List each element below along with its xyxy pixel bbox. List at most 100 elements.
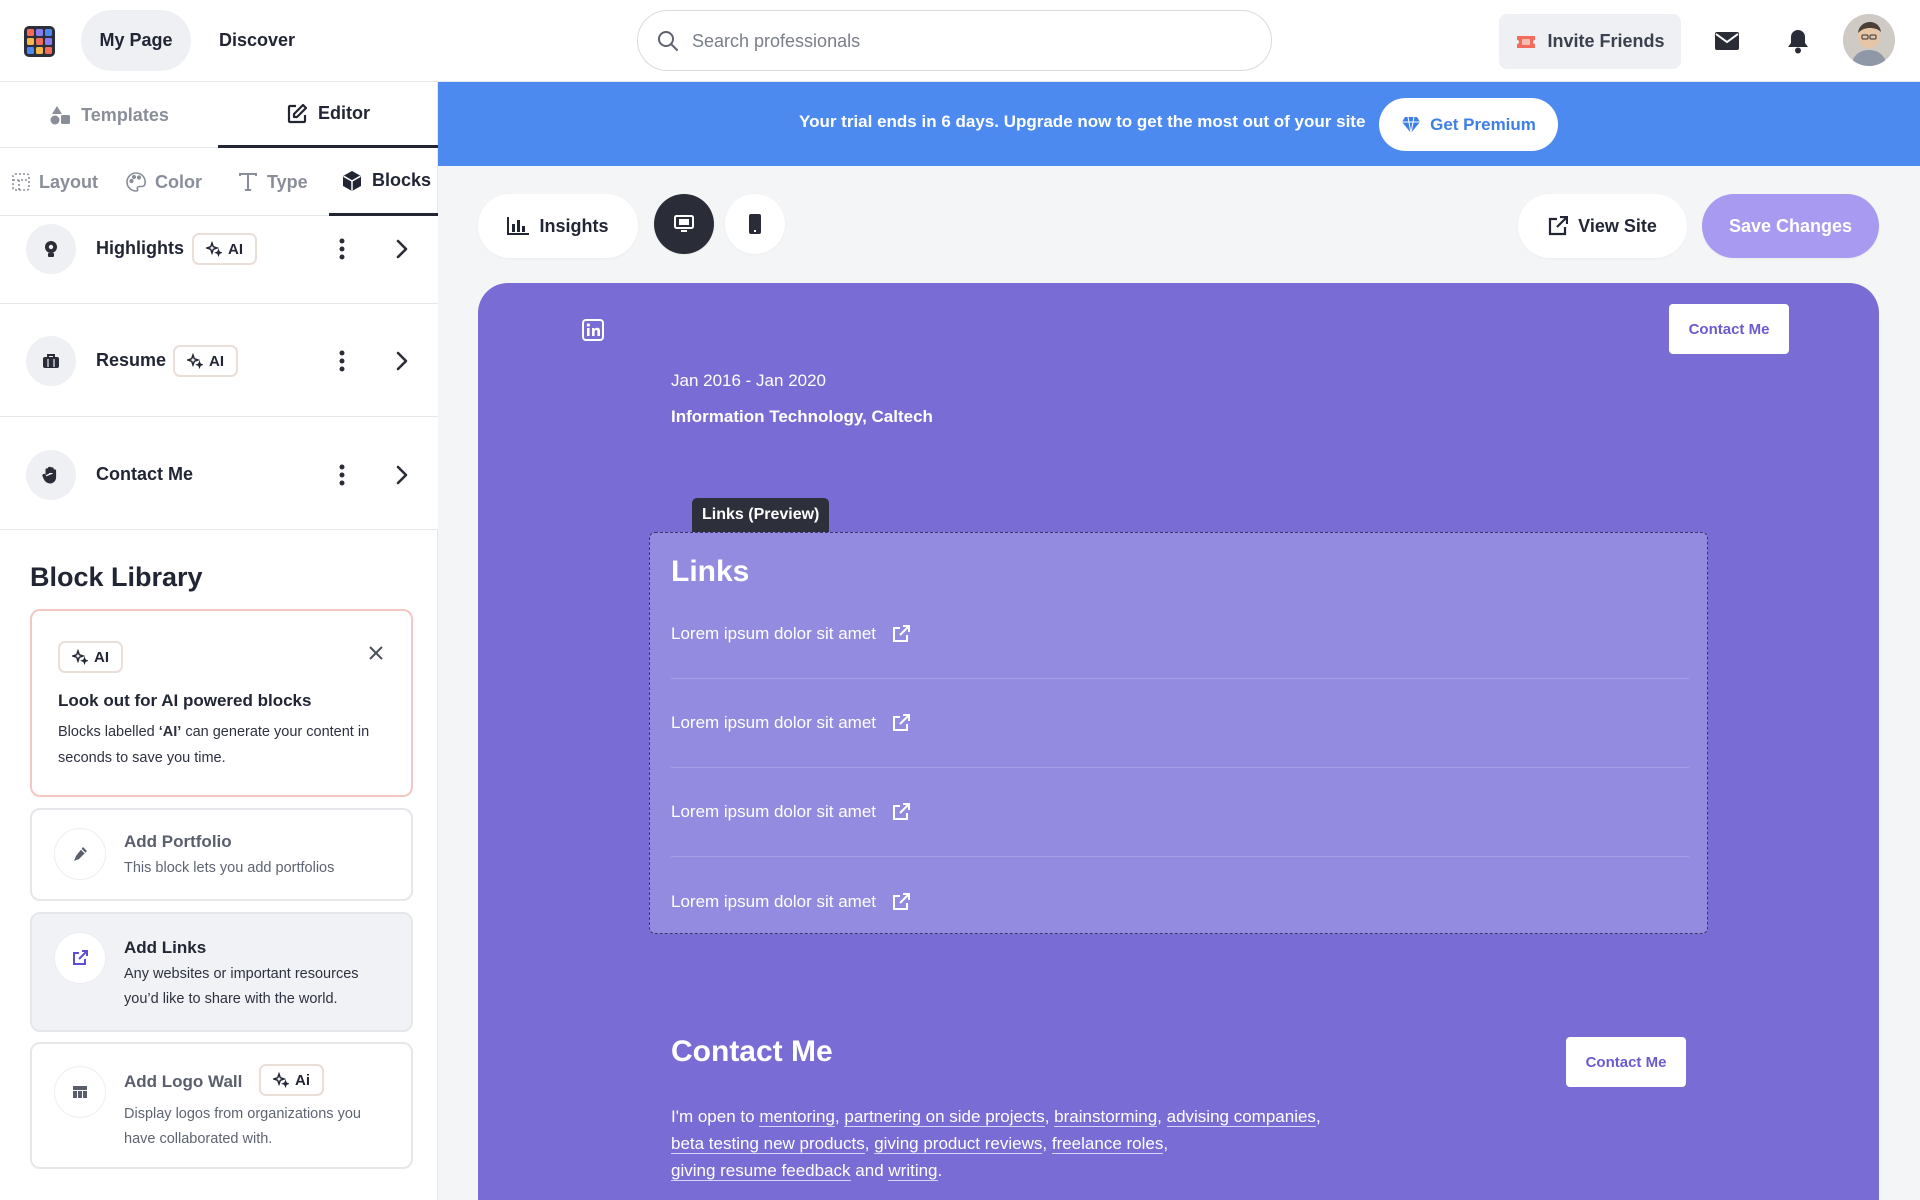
editor-subtabs: Layout Color Type Blocks xyxy=(0,148,444,216)
desktop-icon xyxy=(674,215,694,233)
subtab-layout[interactable]: Layout xyxy=(12,148,98,216)
link-item[interactable]: Lorem ipsum dolor sit amet xyxy=(671,857,1689,946)
block-library-title: Block Library xyxy=(30,562,203,592)
education-school: Information Technology, Caltech xyxy=(671,407,933,426)
sparkle-icon xyxy=(206,241,222,257)
diamond-icon xyxy=(1401,116,1421,134)
chevron-right-icon[interactable] xyxy=(390,460,414,490)
type-icon xyxy=(238,172,258,192)
link-item[interactable]: Lorem ipsum dolor sit amet xyxy=(671,768,1689,857)
ai-badge: AI xyxy=(192,233,257,265)
more-options-icon[interactable] xyxy=(330,460,354,490)
contact-description: I'm open to mentoring, partnering on sid… xyxy=(671,1107,1321,1181)
external-link-icon xyxy=(54,932,106,984)
contact-intro: I'm open to xyxy=(671,1107,755,1126)
link-item[interactable]: Lorem ipsum dolor sit amet xyxy=(671,679,1689,768)
block-row-contact-me[interactable]: Contact Me xyxy=(0,417,438,530)
contact-me-button[interactable]: Contact Me xyxy=(1566,1037,1686,1087)
card-title: Add Portfolio xyxy=(124,832,232,851)
contact-me-button[interactable]: Contact Me xyxy=(1669,304,1789,354)
block-name: Highlights xyxy=(96,238,184,258)
nav-discover[interactable]: Discover xyxy=(205,10,309,71)
block-row-highlights[interactable]: Highlights AI xyxy=(0,216,438,304)
mobile-icon xyxy=(749,214,761,234)
mobile-preview-button[interactable] xyxy=(725,194,785,254)
links-block-preview[interactable]: Links Lorem ipsum dolor sit amet Lorem i… xyxy=(649,532,1708,934)
bell-icon[interactable] xyxy=(1783,26,1813,56)
more-options-icon[interactable] xyxy=(330,346,354,376)
ai-badge-label: Ai xyxy=(295,1071,310,1089)
linkedin-icon[interactable] xyxy=(582,319,604,341)
subtab-layout-label: Layout xyxy=(39,171,99,192)
ai-info-card: AI Look out for AI powered blocks Blocks… xyxy=(30,609,413,797)
ai-badge-label: AI xyxy=(209,352,224,370)
ai-card-desc-pre: Blocks labelled xyxy=(58,724,159,740)
link-item[interactable]: Lorem ipsum dolor sit amet xyxy=(671,590,1689,679)
cube-icon xyxy=(341,170,363,192)
contact-topic: giving product reviews xyxy=(874,1134,1043,1154)
chevron-right-icon[interactable] xyxy=(390,234,414,264)
contact-section-title: Contact Me xyxy=(671,1035,833,1068)
subtab-color[interactable]: Color xyxy=(126,148,202,216)
insights-label: Insights xyxy=(539,215,609,236)
trial-banner-text: Your trial ends in 6 days. Upgrade now t… xyxy=(799,112,1366,131)
card-description: Display logos from organizations you hav… xyxy=(124,1106,361,1147)
sparkle-icon xyxy=(273,1072,289,1088)
search-icon xyxy=(656,29,680,53)
editor-sidebar: Templates Editor Layout Color Type Block… xyxy=(0,82,444,1200)
ticket-icon xyxy=(1515,34,1537,50)
view-site-button[interactable]: View Site xyxy=(1518,194,1687,258)
save-changes-button[interactable]: Save Changes xyxy=(1702,194,1879,258)
bulb-icon xyxy=(26,224,76,274)
add-links-card[interactable]: Add Links Any websites or important reso… xyxy=(30,912,413,1032)
contact-topic: partnering on side projects xyxy=(844,1107,1045,1127)
contact-topic: mentoring xyxy=(759,1107,835,1127)
avatar[interactable] xyxy=(1843,14,1895,66)
top-bar: My Page Discover Invite Friends xyxy=(0,0,1920,82)
subtab-blocks[interactable]: Blocks xyxy=(329,148,444,216)
link-label: Lorem ipsum dolor sit amet xyxy=(671,891,877,911)
external-link-icon xyxy=(892,714,911,732)
insights-button[interactable]: Insights xyxy=(478,194,638,258)
contact-topic: brainstorming xyxy=(1054,1107,1158,1127)
add-portfolio-card[interactable]: Add Portfolio This block lets you add po… xyxy=(30,808,413,901)
more-options-icon[interactable] xyxy=(330,234,354,264)
get-premium-button[interactable]: Get Premium xyxy=(1379,98,1558,151)
chevron-right-icon[interactable] xyxy=(390,346,414,376)
grid-logo-icon[interactable] xyxy=(24,26,55,57)
palette-icon xyxy=(126,172,146,192)
briefcase-icon xyxy=(26,336,76,386)
close-icon[interactable] xyxy=(364,641,388,665)
get-premium-label: Get Premium xyxy=(1430,114,1536,134)
desktop-preview-button[interactable] xyxy=(654,194,714,254)
pen-icon xyxy=(54,828,106,880)
sparkle-icon xyxy=(72,649,88,665)
card-title: Add Links xyxy=(124,938,207,957)
trial-banner: Your trial ends in 6 days. Upgrade now t… xyxy=(438,82,1920,166)
block-row-resume[interactable]: Resume AI xyxy=(0,304,438,417)
site-preview-canvas: Contact Me Jan 2016 - Jan 2020 Informati… xyxy=(478,283,1879,1200)
add-logo-wall-card[interactable]: Add Logo Wall Ai Display logos from orga… xyxy=(30,1042,413,1169)
contact-topic: giving resume feedback xyxy=(671,1161,851,1181)
block-name: Resume xyxy=(96,350,167,370)
view-site-label: View Site xyxy=(1578,215,1657,236)
tab-editor[interactable]: Editor xyxy=(218,82,438,148)
tab-editor-label: Editor xyxy=(318,103,370,123)
contact-topic: freelance roles xyxy=(1051,1134,1164,1154)
nav-my-page[interactable]: My Page xyxy=(81,10,191,71)
ai-card-description: Blocks labelled ‘AI’ can generate your c… xyxy=(58,719,398,771)
external-link-icon xyxy=(892,625,911,643)
invite-friends-button[interactable]: Invite Friends xyxy=(1499,14,1681,69)
hand-icon xyxy=(26,450,76,500)
subtab-blocks-label: Blocks xyxy=(372,170,432,190)
search-bar[interactable] xyxy=(637,10,1272,71)
mail-icon[interactable] xyxy=(1712,26,1742,56)
external-link-icon xyxy=(1548,216,1569,236)
ai-card-desc-emphasis: ‘AI’ xyxy=(158,724,182,740)
tab-templates[interactable]: Templates xyxy=(0,82,218,148)
search-input[interactable] xyxy=(692,23,1252,59)
bar-chart-icon xyxy=(507,217,530,235)
subtab-type[interactable]: Type xyxy=(238,148,308,216)
edit-icon xyxy=(286,103,308,125)
ai-badge: Ai xyxy=(259,1064,324,1096)
